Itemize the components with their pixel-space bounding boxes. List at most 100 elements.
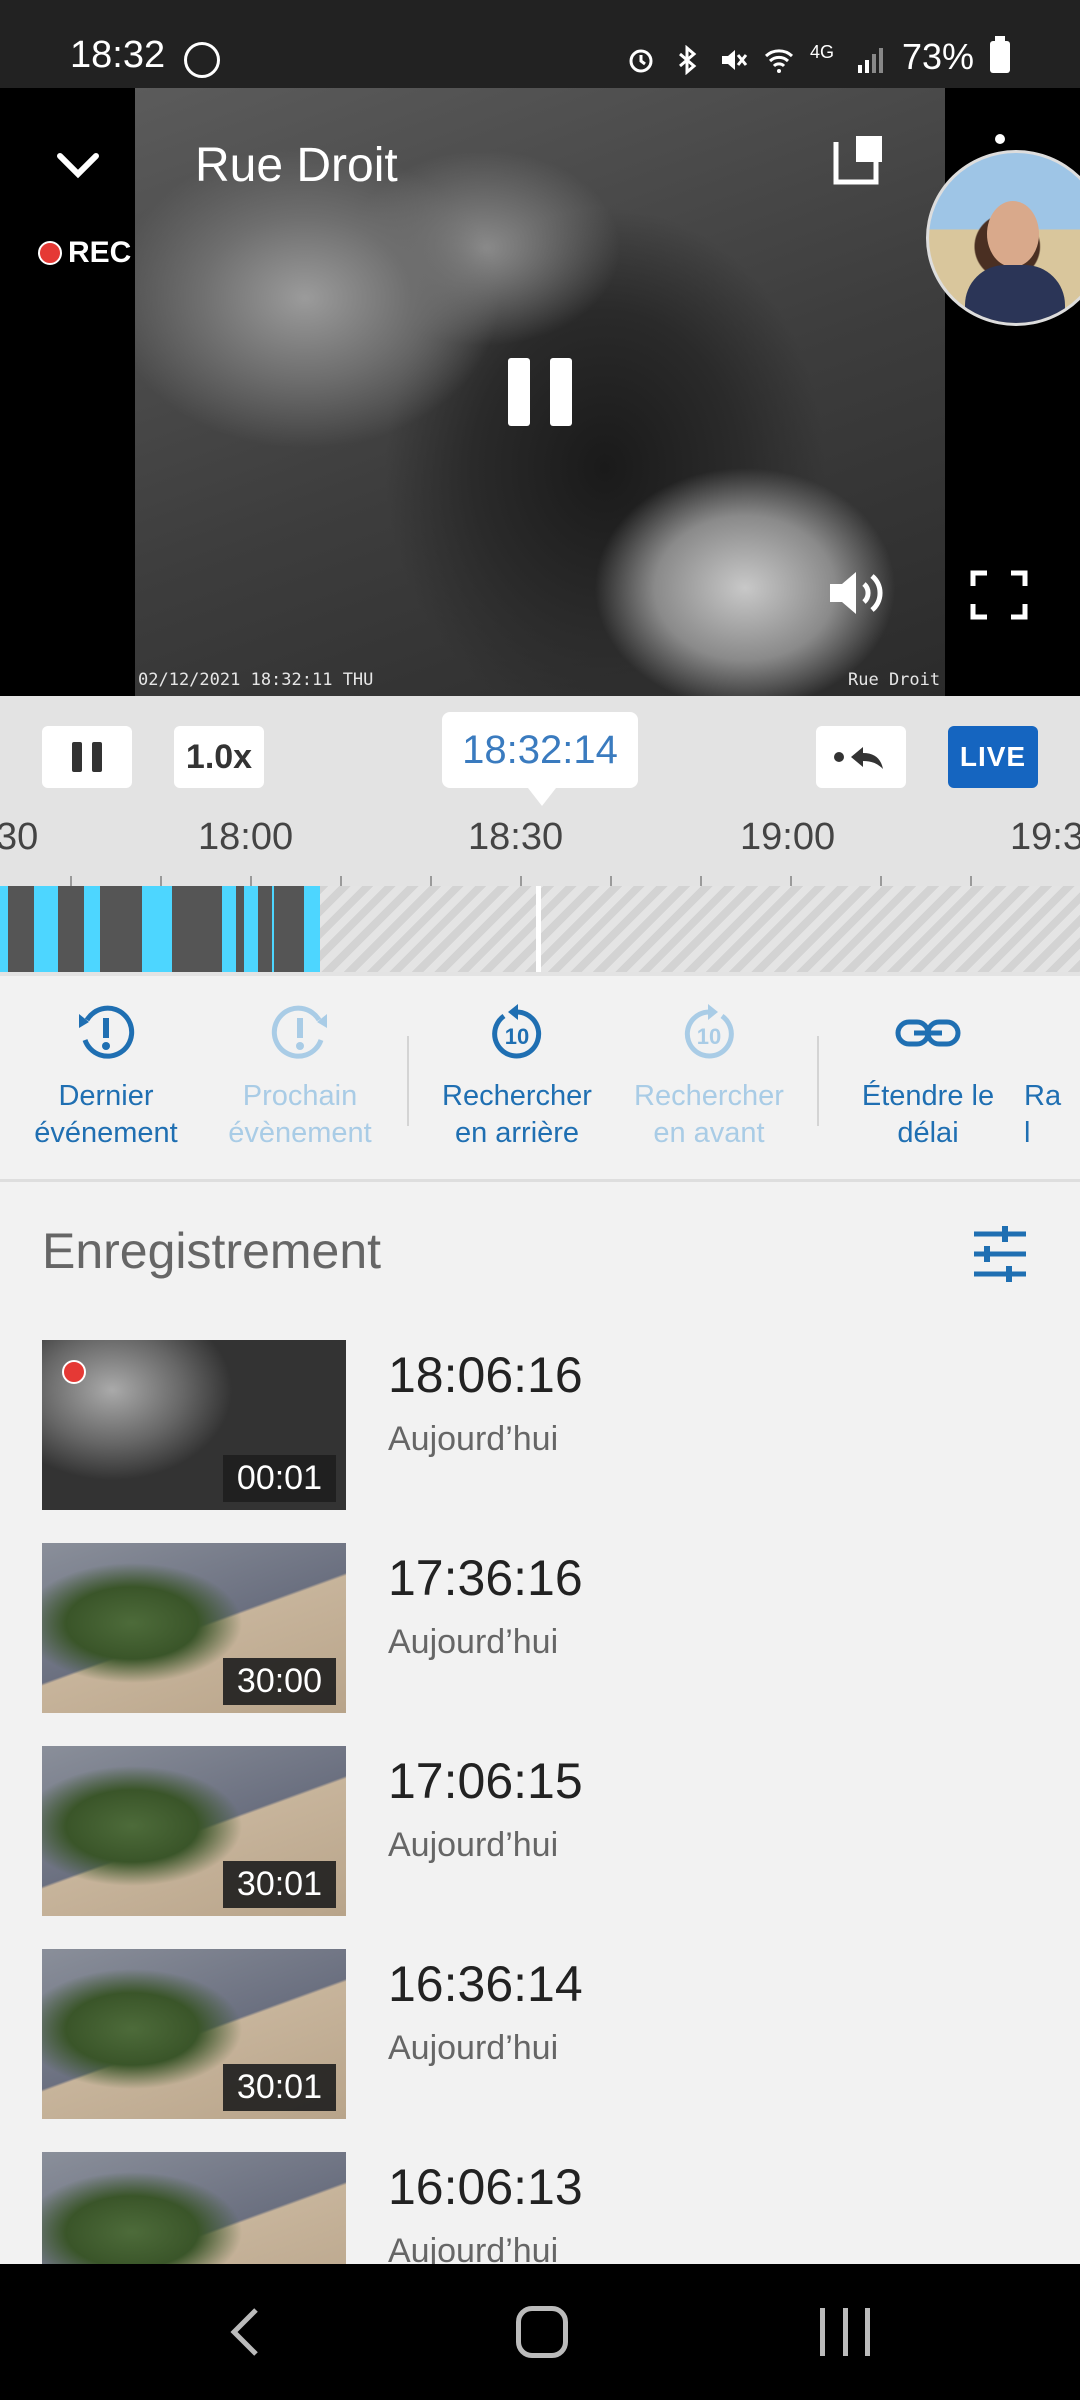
seek-back-label-1: Rechercher [442, 1080, 592, 1112]
filter-sliders-icon[interactable] [972, 1222, 1028, 1286]
playback-controls: 1.0x 18:32:14 LIVE 30 18:00 18:30 19:00 … [0, 696, 1080, 976]
home-icon[interactable] [516, 2306, 568, 2358]
recording-thumbnail[interactable]: 30:00 [42, 1543, 346, 1713]
pause-overlay-button[interactable] [508, 358, 572, 426]
timeline-tick-label: 18:30 [468, 816, 564, 858]
extend-delay-label-2: délai [897, 1117, 959, 1149]
timeline-tick-label: 18:00 [198, 816, 294, 858]
link-icon [895, 1019, 961, 1047]
recording-time: 16:36:14 [388, 1956, 583, 2012]
extend-delay-label-1: Étendre le [861, 1080, 995, 1112]
next-event-icon [271, 1005, 327, 1059]
avatar-face [987, 201, 1039, 267]
seek-forward-label-1: Rechercher [634, 1080, 784, 1112]
svg-text:10: 10 [505, 1024, 529, 1049]
battery-percent: 73% [901, 36, 974, 77]
network-4g-icon: 4G [809, 42, 834, 62]
speed-button[interactable]: 1.0x [174, 726, 264, 788]
recorded-segment[interactable] [258, 886, 272, 972]
recorded-segment[interactable] [8, 886, 34, 972]
recording-indicator: REC [38, 236, 131, 270]
partial-action-label-2: l [1024, 1117, 1031, 1149]
next-event-label-1: Prochain [242, 1080, 358, 1112]
recording-thumbnail[interactable] [42, 2152, 346, 2264]
mute-icon [718, 42, 748, 72]
recording-thumbnail[interactable]: 30:01 [42, 1949, 346, 2119]
seek-forward-label-2: en avant [653, 1117, 765, 1149]
fullscreen-icon[interactable] [970, 570, 1028, 620]
jump-to-event-button[interactable] [816, 726, 906, 788]
recording-item[interactable]: 30:00 17:36:16 Aujourd’hui [0, 1543, 1080, 1713]
alarm-icon [626, 42, 656, 73]
picture-in-picture-icon[interactable] [832, 132, 886, 186]
next-event-button[interactable]: Prochain évènement [210, 1000, 390, 1152]
recorded-segment[interactable] [100, 886, 142, 972]
recording-day: Aujourd’hui [388, 1420, 559, 1458]
recorded-segment[interactable] [236, 886, 244, 972]
recorded-segment[interactable] [274, 886, 304, 972]
avatar-body [965, 265, 1065, 323]
recorded-segment[interactable] [172, 886, 222, 972]
bluetooth-icon [672, 42, 702, 76]
extend-delay-button[interactable]: Étendre le délai [838, 1000, 1018, 1152]
recording-time: 16:06:13 [388, 2159, 583, 2215]
collapse-chevron-icon[interactable] [52, 140, 104, 192]
system-nav-bar [0, 2264, 1080, 2400]
recording-item[interactable]: 30:01 16:36:14 Aujourd’hui [0, 1949, 1080, 2119]
seek-back-button[interactable]: 10 Rechercher en arrière [427, 1000, 607, 1152]
svg-text:10: 10 [697, 1024, 721, 1049]
next-event-label-2: évènement [228, 1117, 372, 1149]
battery-icon [990, 36, 1010, 73]
recording-duration: 00:01 [222, 1455, 336, 1502]
user-avatar[interactable] [926, 150, 1080, 326]
recording-time: 18:06:16 [388, 1347, 583, 1403]
current-time-label: 18:32:14 [442, 712, 638, 806]
timeline-tick-label: 19:00 [740, 816, 836, 858]
action-divider [407, 1036, 409, 1126]
signal-icon [856, 42, 886, 73]
partial-action-button[interactable]: Ra l [1024, 1000, 1080, 1152]
action-bar: Dernier événement Prochain évènement 10 … [0, 976, 1080, 1182]
recording-day: Aujourd’hui [388, 2232, 559, 2264]
forward-10-icon: 10 [684, 1004, 734, 1059]
recording-thumbnail[interactable]: 00:01 [42, 1340, 346, 1510]
recording-item[interactable]: 00:01 18:06:16 Aujourd’hui [0, 1340, 1080, 1510]
seek-forward-button[interactable]: 10 Rechercher en avant [619, 1000, 799, 1152]
live-button[interactable]: LIVE [948, 726, 1038, 788]
status-time: 18:32 [70, 34, 166, 76]
timeline-tick-label: 19:3 [1010, 816, 1080, 858]
recordings-list: 00:01 18:06:16 Aujourd’hui 30:00 17:36:1… [0, 1340, 1080, 2264]
camera-video[interactable]: REC Rue Droit 02/12/2021 18:32:11 THU Ru… [0, 88, 1080, 696]
event-dot-icon [62, 1360, 86, 1384]
timeline-cursor[interactable] [536, 886, 541, 972]
pause-button[interactable] [42, 726, 132, 788]
wifi-icon [764, 42, 794, 73]
last-event-label-2: événement [34, 1117, 178, 1149]
last-event-button[interactable]: Dernier événement [16, 1000, 196, 1152]
back-icon[interactable] [226, 2306, 266, 2363]
recordings-heading: Enregistrement [42, 1223, 382, 1279]
more-options-icon[interactable] [995, 134, 1005, 144]
status-icons: 4G 73% [626, 36, 1010, 78]
recording-item[interactable]: 16:06:13 Aujourd’hui [0, 2152, 1080, 2264]
recording-item[interactable]: 30:01 17:06:15 Aujourd’hui [0, 1746, 1080, 1916]
messenger-icon [184, 42, 220, 78]
last-event-icon [79, 1005, 135, 1059]
recording-day: Aujourd’hui [388, 1826, 559, 1864]
recorded-segment[interactable] [58, 886, 84, 972]
recording-thumbnail[interactable]: 30:01 [42, 1746, 346, 1916]
last-event-label-1: Dernier [58, 1080, 154, 1112]
recents-icon[interactable] [820, 2308, 870, 2356]
timeline-tick-label: 30 [0, 816, 39, 858]
rewind-10-icon: 10 [492, 1004, 542, 1059]
recording-time: 17:06:15 [388, 1753, 583, 1809]
partial-action-label-1: Ra [1024, 1080, 1062, 1112]
overlay-camera-name: Rue Droit [848, 670, 941, 690]
recording-day: Aujourd’hui [388, 1623, 559, 1661]
recorded-segment[interactable] [0, 886, 320, 972]
recording-duration: 30:00 [222, 1658, 336, 1705]
recording-duration: 30:01 [222, 1861, 336, 1908]
status-bar: 18:32 4G 73% [0, 0, 1080, 88]
recording-duration: 30:01 [222, 2064, 336, 2111]
volume-icon[interactable] [826, 566, 892, 620]
